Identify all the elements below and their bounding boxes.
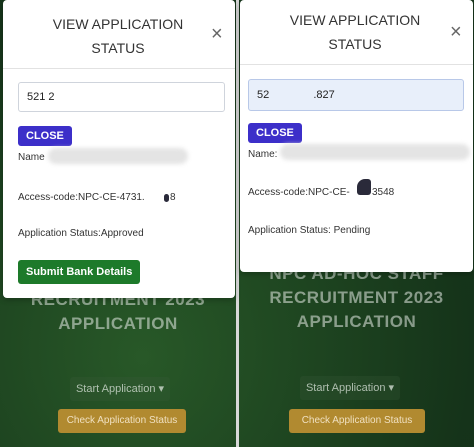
close-icon[interactable]: × xyxy=(450,22,462,42)
access-code-tail: 3548 xyxy=(372,187,395,198)
application-id-input[interactable]: 52 .827 xyxy=(248,79,464,111)
name-label: Name xyxy=(18,152,45,163)
close-button[interactable]: CLOSE xyxy=(18,126,72,146)
start-application-button-right[interactable]: Start Application ▾ xyxy=(300,376,400,400)
application-status-text: Application Status: Pending xyxy=(248,225,371,236)
headline-right-line2: RECRUITMENT 2023 xyxy=(269,288,444,307)
modal-title-line2: STATUS xyxy=(328,36,382,52)
modal-title-line1: VIEW APPLICATION xyxy=(289,12,421,28)
input-value-suffix: .827 xyxy=(313,89,335,101)
modal-header-divider xyxy=(3,68,235,69)
modal-title: VIEW APPLICATION STATUS xyxy=(270,8,440,56)
view-status-modal-right: VIEW APPLICATION STATUS × 52 .827 CLOSE … xyxy=(240,0,473,272)
application-status-text: Application Status:Approved xyxy=(18,228,144,239)
modal-title: VIEW APPLICATION STATUS xyxy=(33,12,203,60)
screenshot-divider xyxy=(236,0,239,447)
redacted-mark xyxy=(357,179,371,195)
modal-title-line1: VIEW APPLICATION xyxy=(52,16,184,32)
redacted-mark xyxy=(164,194,169,202)
access-code-tail: 8 xyxy=(170,192,176,203)
headline-right-line3: APPLICATION xyxy=(296,312,417,331)
check-status-button-left[interactable]: Check Application Status xyxy=(58,409,186,433)
close-button[interactable]: CLOSE xyxy=(248,123,302,143)
view-status-modal-left: VIEW APPLICATION STATUS × 521 2 CLOSE Na… xyxy=(3,0,235,298)
modal-header-divider xyxy=(240,64,473,65)
redacted-name xyxy=(48,148,188,164)
input-value-prefix: 52 xyxy=(257,89,270,101)
headline-right: NPC AD-HOC STAFF RECRUITMENT 2023 APPLIC… xyxy=(239,262,474,334)
access-code-text: Access-code:NPC-CE- xyxy=(248,187,350,198)
modal-title-line2: STATUS xyxy=(91,40,145,56)
check-status-button-right[interactable]: Check Application Status xyxy=(289,409,425,433)
start-application-button-left[interactable]: Start Application ▾ xyxy=(70,377,170,401)
access-code-text: Access-code:NPC-CE-4731. xyxy=(18,192,145,203)
application-id-input[interactable]: 521 2 xyxy=(18,82,225,112)
name-label: Name: xyxy=(248,149,278,160)
submit-bank-details-button[interactable]: Submit Bank Details xyxy=(18,260,141,284)
headline-left-line2: APPLICATION xyxy=(58,314,178,333)
redacted-name xyxy=(280,144,470,160)
close-icon[interactable]: × xyxy=(211,24,223,44)
